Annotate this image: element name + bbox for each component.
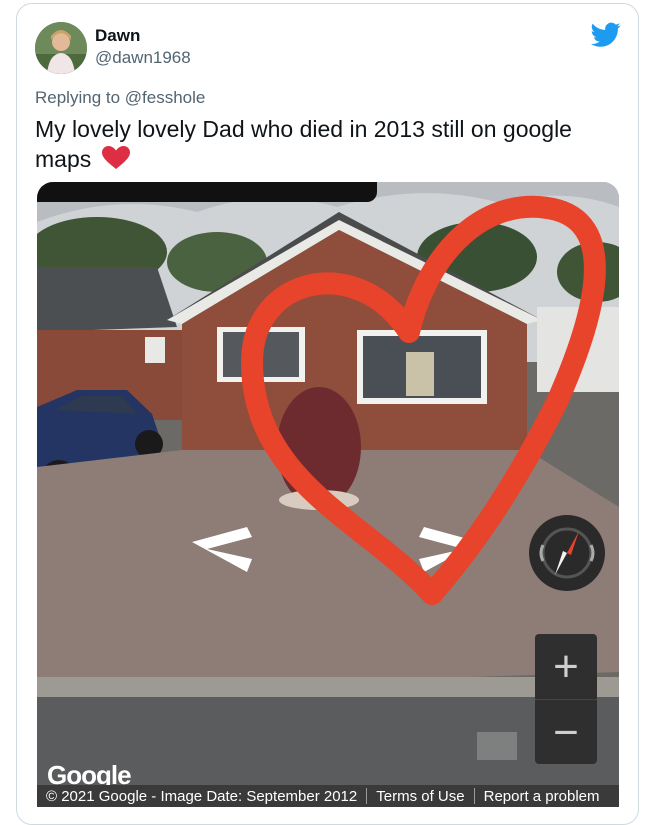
heart-emoji-icon: [101, 146, 130, 169]
display-name[interactable]: Dawn: [95, 26, 140, 46]
image-date: © 2021 Google - Image Date: September 20…: [46, 787, 358, 805]
compass-icon[interactable]: [529, 515, 605, 591]
avatar[interactable]: [35, 22, 87, 74]
zoom-out-button[interactable]: −: [535, 700, 597, 765]
redaction-bar: [37, 182, 377, 202]
twitter-bird-icon: [591, 22, 621, 47]
streetview-image[interactable]: + − Google © 2021 Google - Image Date: S…: [37, 182, 619, 807]
streetview-scene: [37, 182, 619, 807]
replying-mention[interactable]: @fesshole: [125, 88, 206, 107]
zoom-control: + −: [535, 634, 597, 764]
zoom-in-button[interactable]: +: [535, 634, 597, 700]
replying-prefix: Replying to: [35, 88, 121, 107]
streetview-footer: © 2021 Google - Image Date: September 20…: [37, 785, 619, 807]
terms-link[interactable]: Terms of Use: [367, 788, 473, 805]
tweet-text: My lovely lovely Dad who died in 2013 st…: [35, 114, 615, 174]
user-handle[interactable]: @dawn1968: [95, 48, 191, 68]
tweet-card: Dawn @dawn1968 Replying to @fesshole My …: [16, 3, 639, 825]
replying-to: Replying to @fesshole: [35, 88, 205, 108]
report-problem-link[interactable]: Report a problem: [475, 788, 609, 805]
